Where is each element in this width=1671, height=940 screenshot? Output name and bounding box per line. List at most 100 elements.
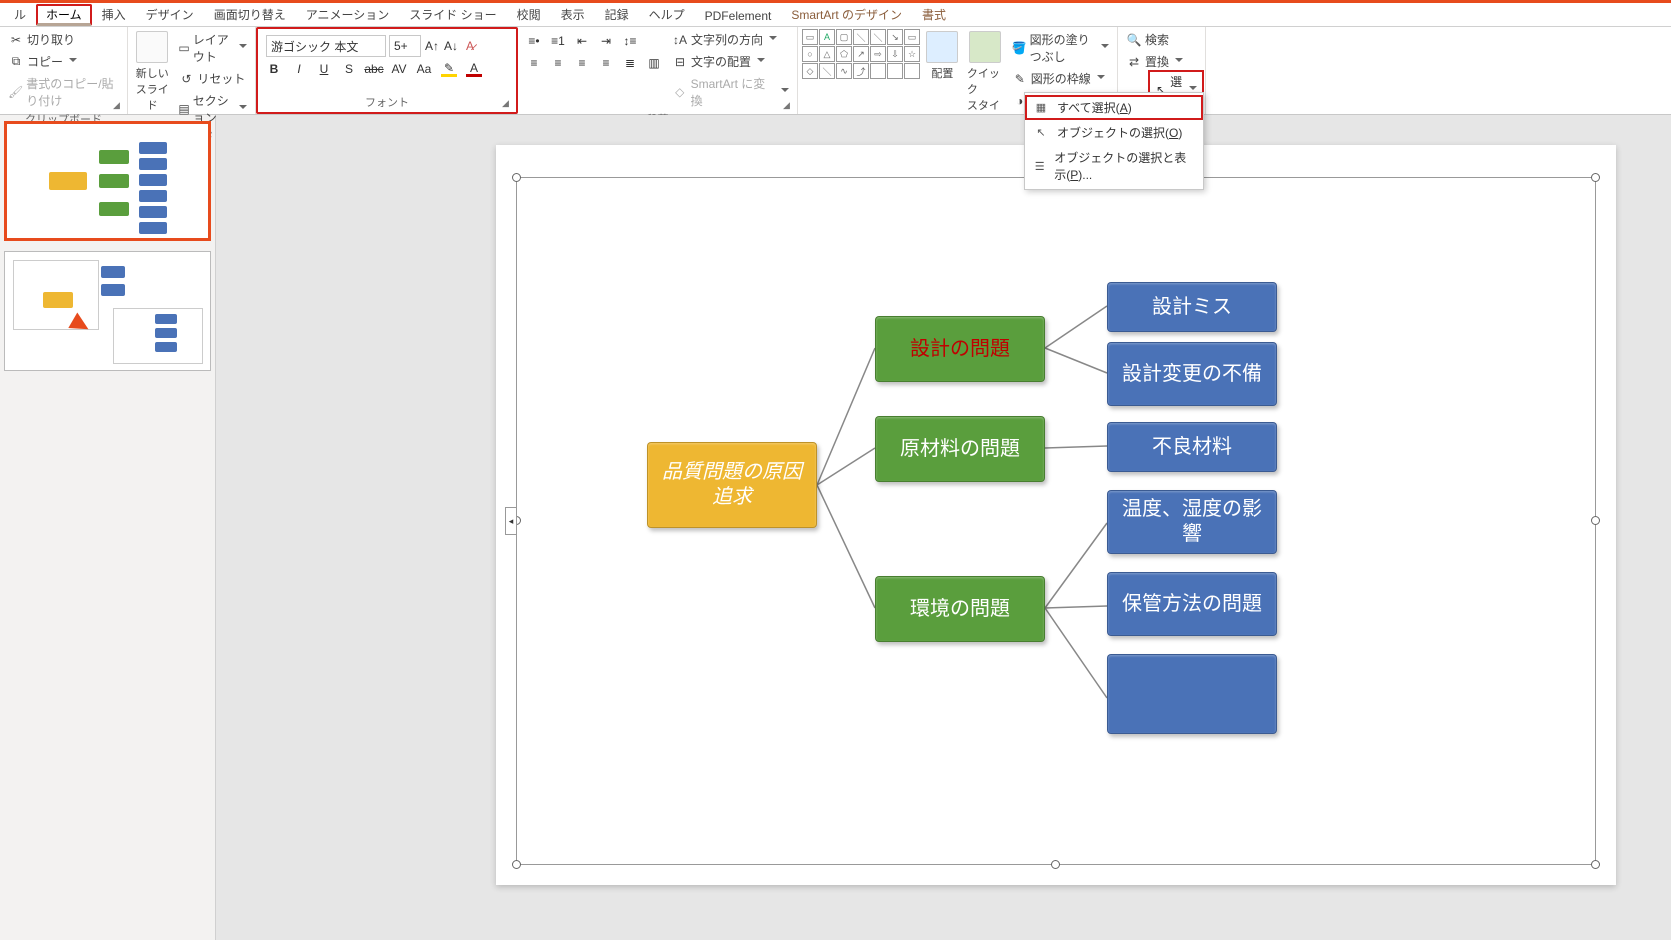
font-name: 游ゴシック 本文: [271, 38, 358, 55]
smartart-leaf-5[interactable]: 保管方法の問題: [1107, 572, 1277, 636]
tab-help[interactable]: ヘルプ: [639, 4, 695, 26]
resize-handle-bc[interactable]: [1051, 860, 1060, 869]
italic-icon[interactable]: I: [291, 61, 307, 77]
align-left-icon[interactable]: ≡: [526, 55, 542, 71]
numbering-icon[interactable]: ≡1: [550, 33, 566, 49]
bold-icon[interactable]: B: [266, 61, 282, 77]
tab-transitions[interactable]: 画面切り替え: [204, 4, 296, 26]
text-align-button[interactable]: ⊟文字の配置: [668, 51, 793, 72]
tab-smartart-design[interactable]: SmartArt のデザイン: [781, 4, 912, 26]
select-menu: ▦ すべて選択(A) ↖ オブジェクトの選択(O) ☰ オブジェクトの選択と表示…: [1024, 92, 1204, 190]
tab-review[interactable]: 校閲: [507, 4, 551, 26]
arrange-button[interactable]: 配置: [922, 29, 963, 83]
brush-icon: 🖌: [8, 84, 23, 100]
smartart-root[interactable]: 品質問題の原因追求: [647, 442, 817, 528]
indent-dec-icon[interactable]: ⇤: [574, 33, 590, 49]
font-name-combo[interactable]: 游ゴシック 本文: [266, 35, 386, 57]
tab-format[interactable]: 書式: [912, 4, 956, 26]
smartart-leaf-4[interactable]: 温度、湿度の影響: [1107, 490, 1277, 554]
smartart-leaf-3[interactable]: 不良材料: [1107, 422, 1277, 472]
smartart-leaf-6[interactable]: [1107, 654, 1277, 734]
replace-label: 置換: [1145, 53, 1169, 70]
font-size: 5+: [394, 39, 408, 53]
shape-fill-button[interactable]: 🪣図形の塗りつぶし: [1008, 29, 1113, 67]
smartart-selection-frame[interactable]: ◂ 品質問題の原因追求: [516, 177, 1596, 865]
tab-slideshow[interactable]: スライド ショー: [399, 4, 506, 26]
clipboard-dialog-launcher[interactable]: ◢: [113, 100, 125, 112]
double-strike-icon[interactable]: abc: [366, 61, 382, 77]
underline-icon[interactable]: U: [316, 61, 332, 77]
reset-icon: ↺: [178, 71, 194, 87]
smartart-leaf-2[interactable]: 設計変更の不備: [1107, 342, 1277, 406]
smartart-textpane-toggle[interactable]: ◂: [505, 507, 517, 535]
shape-outline-label: 図形の枠線: [1031, 70, 1091, 87]
tab-record[interactable]: 記録: [595, 4, 639, 26]
layout-icon: ▭: [178, 40, 189, 56]
selection-pane-item[interactable]: ☰ オブジェクトの選択と表示(P)...: [1025, 145, 1203, 187]
resize-handle-mr[interactable]: [1591, 516, 1600, 525]
replace-button[interactable]: ⇄置換: [1122, 51, 1187, 72]
resize-handle-bl[interactable]: [512, 860, 521, 869]
align-right-icon[interactable]: ≡: [574, 55, 590, 71]
shapes-gallery[interactable]: ▭A▢＼＼↘▭ ○△⬠↗⇨⇩☆ ◇＼∿⤴: [802, 29, 920, 79]
tab-animations[interactable]: アニメーション: [296, 4, 400, 26]
columns-icon[interactable]: ▥: [646, 55, 662, 71]
convert-smartart-button[interactable]: ◇SmartArt に変換: [668, 73, 793, 111]
select-all-item[interactable]: ▦ すべて選択(A): [1025, 95, 1203, 120]
paragraph-dialog-launcher[interactable]: ◢: [783, 100, 795, 112]
highlight-color-icon[interactable]: ✎: [441, 61, 457, 77]
cut-button[interactable]: ✂切り取り: [4, 29, 123, 50]
tab-home[interactable]: ホーム: [36, 4, 92, 26]
font-size-combo[interactable]: 5+: [389, 35, 421, 57]
thumbnail-2[interactable]: [4, 251, 211, 371]
selection-pane-label: オブジェクトの選択と表示(P)...: [1054, 149, 1195, 183]
font-color-icon[interactable]: A: [466, 61, 482, 77]
char-spacing-icon[interactable]: AV: [391, 61, 407, 77]
shape-outline-button[interactable]: ✎図形の枠線: [1008, 68, 1113, 89]
change-case-icon[interactable]: Aa: [416, 61, 432, 77]
text-direction-button[interactable]: ↕A文字列の方向: [668, 29, 793, 50]
bullets-icon[interactable]: ≡•: [526, 33, 542, 49]
clear-format-icon[interactable]: A̷: [462, 38, 478, 54]
tab-insert[interactable]: 挿入: [92, 4, 136, 26]
distribute-icon[interactable]: ≣: [622, 55, 638, 71]
increase-font-icon[interactable]: A↑: [424, 38, 440, 54]
resize-handle-tr[interactable]: [1591, 173, 1600, 182]
text-align-label: 文字の配置: [691, 53, 751, 70]
quick-style-icon: [969, 31, 1001, 63]
convert-smartart-label: SmartArt に変換: [691, 75, 775, 109]
copy-label: コピー: [27, 53, 63, 70]
align-center-icon[interactable]: ≡: [550, 55, 566, 71]
strike-icon[interactable]: S: [341, 61, 357, 77]
tab-file-fragment[interactable]: ル: [4, 4, 36, 26]
slide-canvas[interactable]: ◂ 品質問題の原因追求: [496, 145, 1616, 885]
smartart-leaf-1[interactable]: 設計ミス: [1107, 282, 1277, 332]
replace-icon: ⇄: [1126, 54, 1142, 70]
resize-handle-br[interactable]: [1591, 860, 1600, 869]
layout-label: レイアウト: [193, 31, 233, 65]
cursor-outline-icon: ↖: [1033, 125, 1049, 141]
smartart-mid-1[interactable]: 設計の問題: [875, 316, 1045, 382]
cut-label: 切り取り: [27, 31, 75, 48]
find-button[interactable]: 🔍検索: [1122, 29, 1187, 50]
align-justify-icon[interactable]: ≡: [598, 55, 614, 71]
text-direction-label: 文字列の方向: [691, 31, 763, 48]
smartart-mid-2[interactable]: 原材料の問題: [875, 416, 1045, 482]
copy-button[interactable]: ⧉コピー: [4, 51, 123, 72]
line-spacing-icon[interactable]: ↕≡: [622, 33, 638, 49]
decrease-font-icon[interactable]: A↓: [443, 38, 459, 54]
reset-button[interactable]: ↺リセット: [174, 68, 251, 89]
tab-design[interactable]: デザイン: [136, 4, 204, 26]
smartart-mid-3[interactable]: 環境の問題: [875, 576, 1045, 642]
format-painter-button[interactable]: 🖌書式のコピー/貼り付け: [4, 73, 123, 111]
thumbnail-1[interactable]: [4, 121, 211, 241]
select-all-icon: ▦: [1033, 100, 1049, 116]
layout-button[interactable]: ▭レイアウト: [174, 29, 251, 67]
indent-inc-icon[interactable]: ⇥: [598, 33, 614, 49]
new-slide-button[interactable]: 新しい スライド: [132, 29, 172, 115]
select-objects-item[interactable]: ↖ オブジェクトの選択(O): [1025, 120, 1203, 145]
font-dialog-launcher[interactable]: ◢: [502, 98, 514, 110]
tab-pdfelement[interactable]: PDFelement: [695, 7, 782, 26]
ribbon-tabbar: ル ホーム 挿入 デザイン 画面切り替え アニメーション スライド ショー 校閲…: [0, 3, 1671, 27]
tab-view[interactable]: 表示: [551, 4, 595, 26]
